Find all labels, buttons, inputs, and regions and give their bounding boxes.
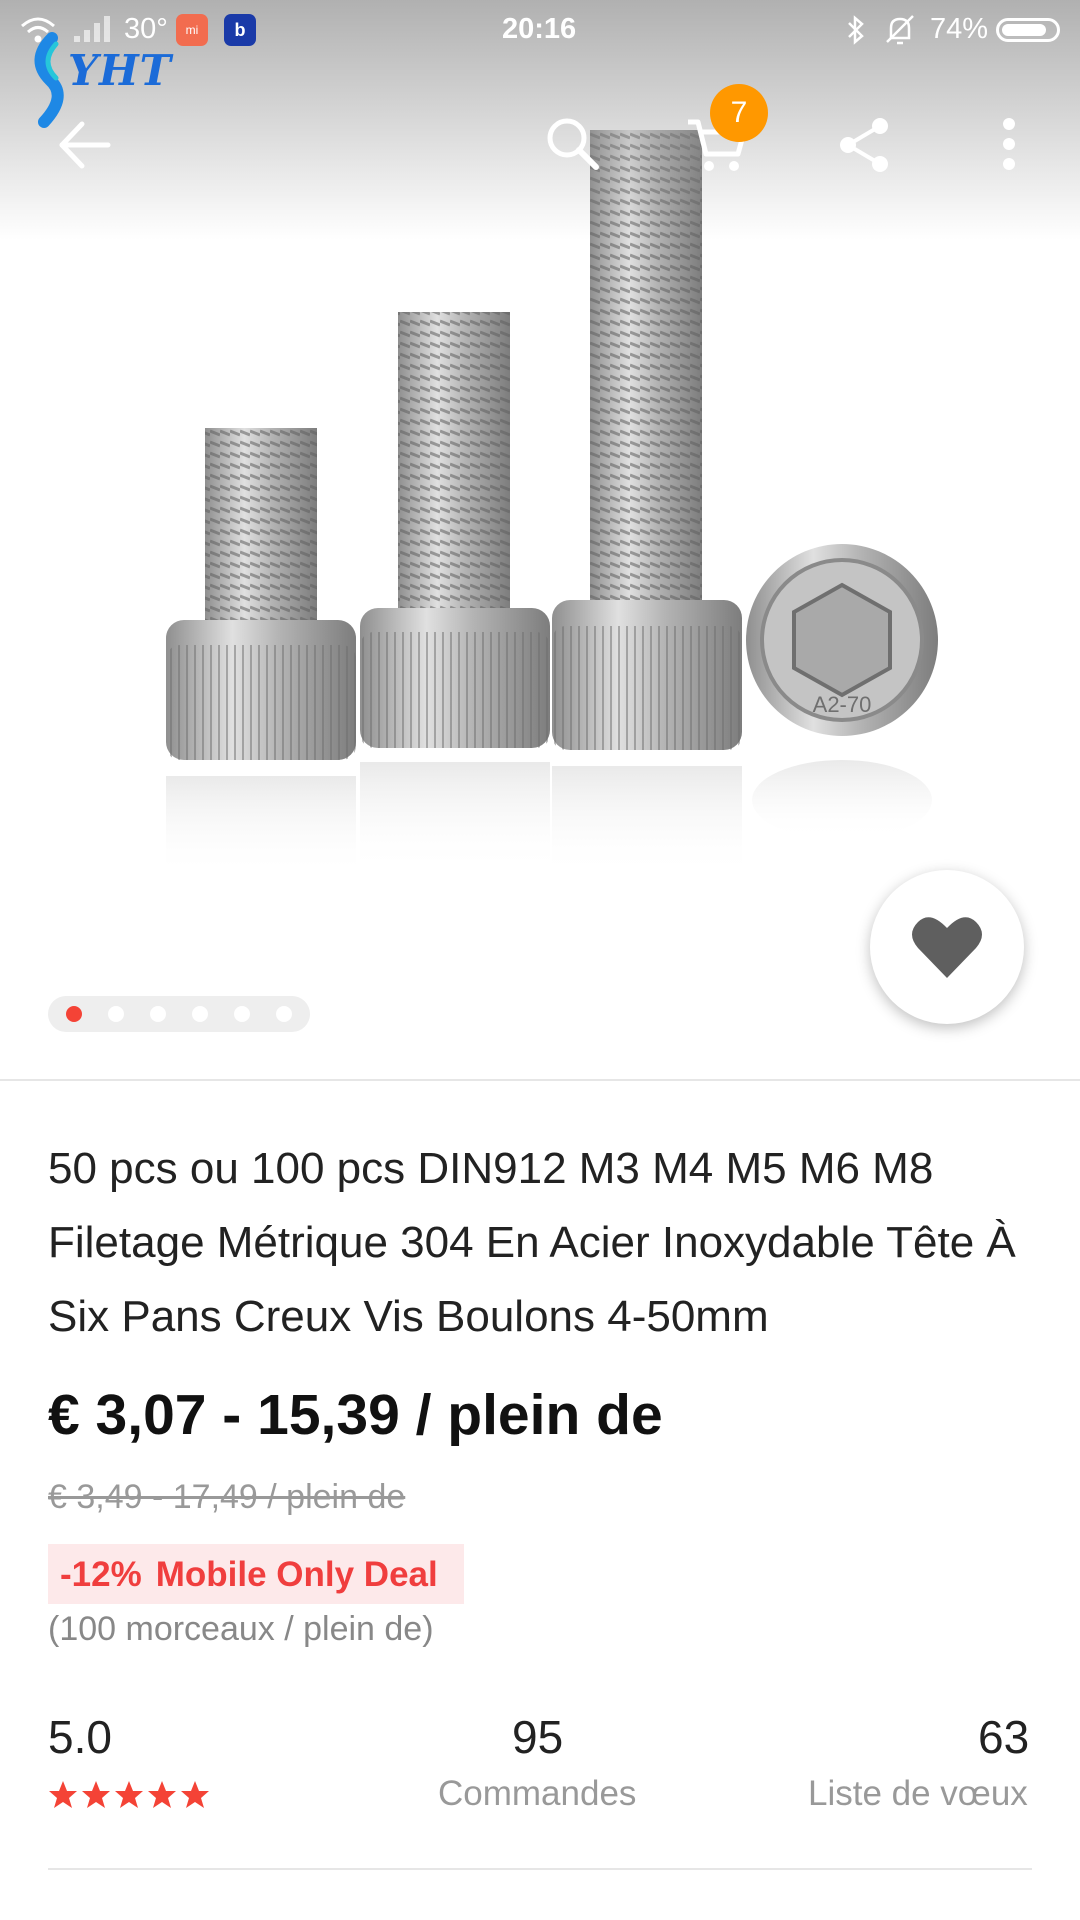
battery-percent: 74% <box>930 13 989 45</box>
rating-value: 5.0 <box>48 1711 112 1763</box>
back-button[interactable] <box>50 110 120 180</box>
section-divider <box>0 1079 1080 1081</box>
stars-icon <box>49 1781 209 1808</box>
share-icon <box>840 118 888 172</box>
head-marking: A2-70 <box>813 692 872 717</box>
image-pager[interactable] <box>48 996 310 1032</box>
search-button[interactable] <box>538 110 608 180</box>
product-price: € 3,07 - 15,39 / plein de <box>48 1383 663 1447</box>
pager-dot-1[interactable] <box>66 1006 82 1022</box>
discount-percent: -12% <box>60 1555 142 1594</box>
pager-dot-3[interactable] <box>150 1006 166 1022</box>
product-title: 50 pcs ou 100 pcs DIN912 M3 M4 M5 M6 M8 … <box>48 1144 1016 1341</box>
heart-icon <box>912 917 982 978</box>
deal-label: Mobile Only Deal <box>155 1555 438 1594</box>
b-app-icon: b <box>224 14 256 46</box>
screw-long <box>552 130 742 876</box>
lot-size-note: (100 morceaux / plein de) <box>48 1610 434 1648</box>
logo-text: YHT <box>68 46 172 95</box>
orders-count: 95 <box>512 1711 564 1763</box>
bluetooth-icon <box>848 15 864 45</box>
share-button[interactable] <box>830 110 900 180</box>
wishlist-button[interactable] <box>870 870 1024 1024</box>
clock-text: 20:16 <box>502 13 577 45</box>
orders-label: Commandes <box>438 1774 637 1813</box>
alarm-off-icon <box>886 15 914 45</box>
search-icon <box>547 118 599 170</box>
pager-dot-6[interactable] <box>276 1006 292 1022</box>
wishlist-count: 63 <box>978 1711 1030 1763</box>
pager-dot-5[interactable] <box>234 1006 250 1022</box>
cart-count-badge: 7 <box>710 84 768 142</box>
arrow-left-icon <box>59 121 111 169</box>
more-options-button[interactable] <box>974 110 1044 180</box>
wishlist-label: Liste de vœux <box>808 1774 1028 1813</box>
original-price: € 3,49 - 17,49 / plein de <box>48 1478 406 1516</box>
pager-dot-2[interactable] <box>108 1006 124 1022</box>
battery-icon <box>996 18 1060 42</box>
mobile-deal-badge: -12% Mobile Only Deal <box>48 1544 464 1604</box>
screw-short <box>166 428 356 876</box>
more-vertical-icon <box>1003 118 1015 170</box>
screw-head-top-view: A2-70 <box>746 544 938 840</box>
screw-medium <box>360 312 550 872</box>
stats-divider <box>48 1868 1032 1870</box>
mi-app-icon: mi <box>176 14 208 46</box>
pager-dot-4[interactable] <box>192 1006 208 1022</box>
rating-stars <box>48 1780 210 1815</box>
